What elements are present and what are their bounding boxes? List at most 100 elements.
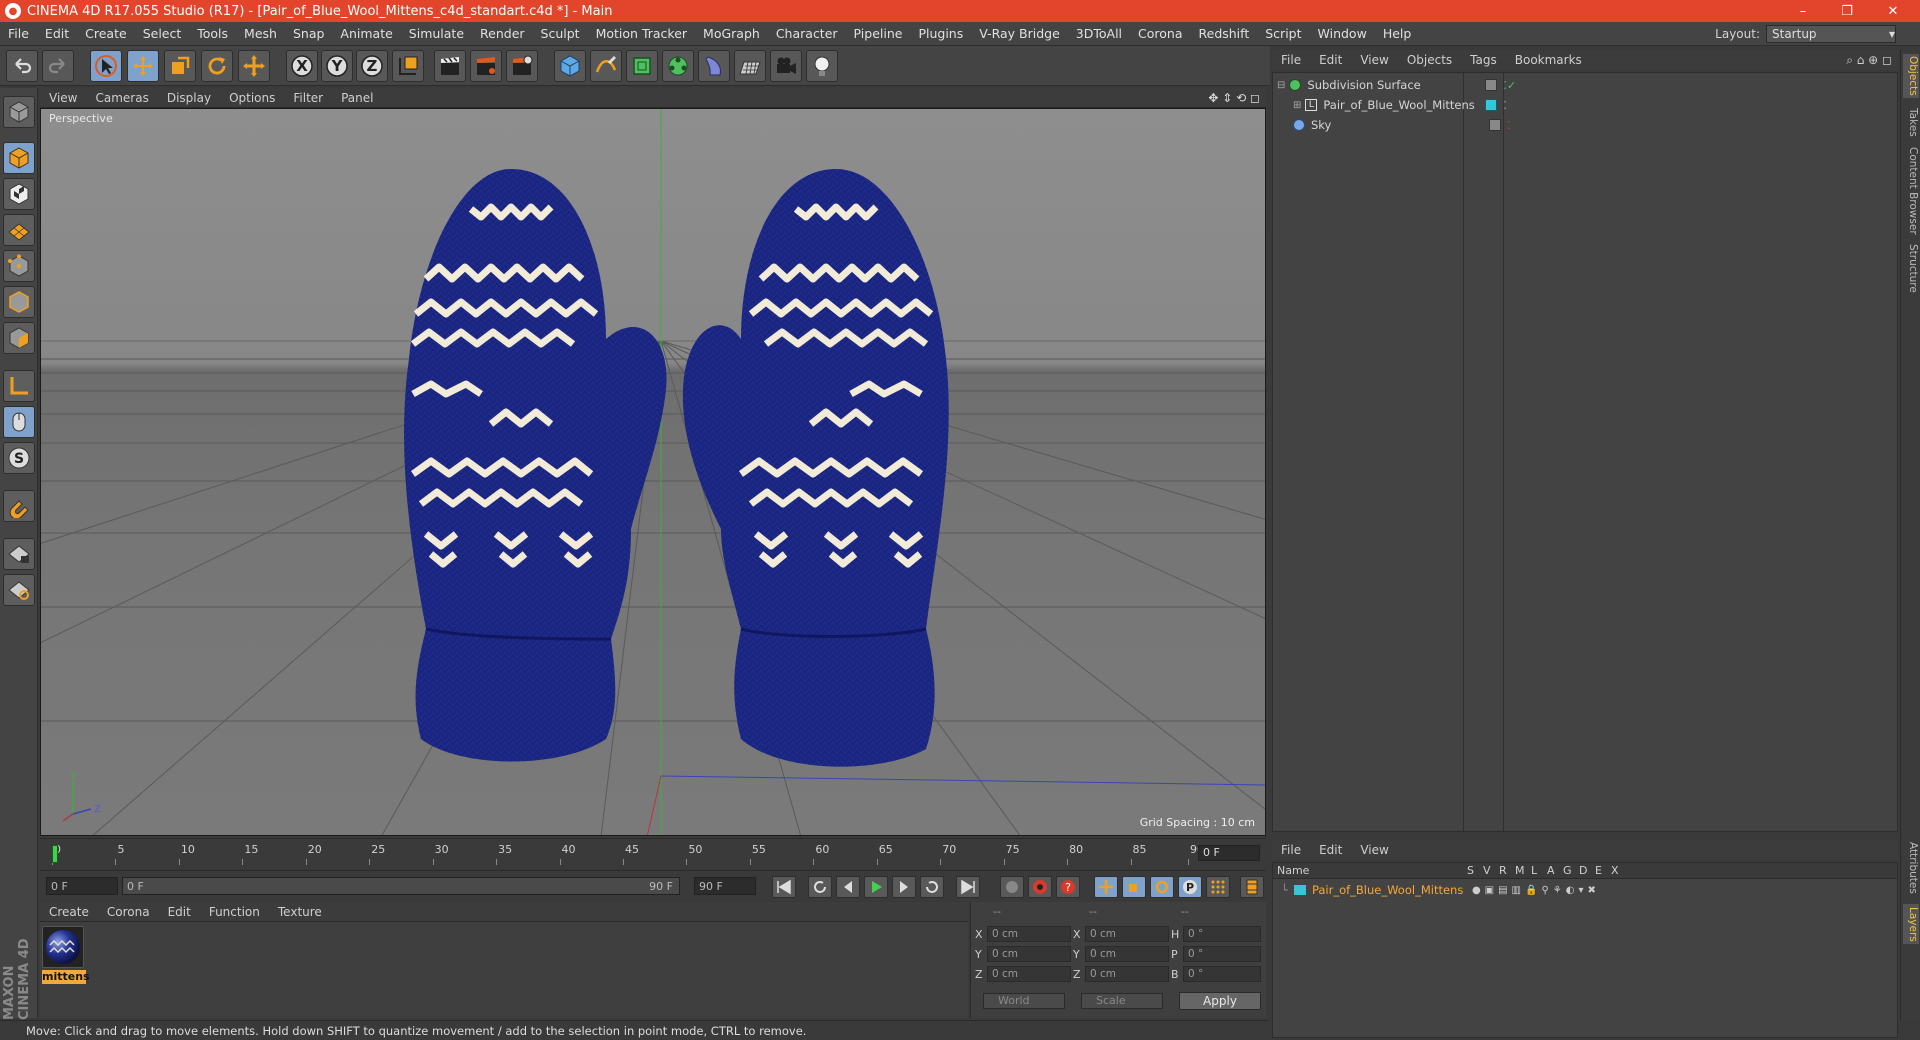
- render-view-button[interactable]: [434, 50, 466, 82]
- menu-snap[interactable]: Snap: [285, 26, 332, 41]
- minimize-button[interactable]: –: [1782, 0, 1824, 22]
- menu-file[interactable]: File: [0, 26, 37, 41]
- coord-size-y-field[interactable]: 0 cm: [1085, 946, 1169, 962]
- menu-mesh[interactable]: Mesh: [236, 26, 285, 41]
- menu-help[interactable]: Help: [1375, 26, 1420, 41]
- maximize-button[interactable]: ❐: [1826, 0, 1868, 22]
- viewport-nav-icons[interactable]: ✥ ⇕ ⟲ ◻: [1208, 91, 1260, 105]
- add-environment-button[interactable]: [734, 50, 766, 82]
- layer-menu-file[interactable]: File: [1272, 843, 1310, 857]
- menu-script[interactable]: Script: [1257, 26, 1309, 41]
- layer-color-icon[interactable]: [1485, 99, 1498, 111]
- material-menu-corona[interactable]: Corona: [98, 905, 159, 919]
- material-menu-edit[interactable]: Edit: [159, 905, 200, 919]
- end-frame-field[interactable]: 90 F: [694, 877, 756, 895]
- viewport-menu-display[interactable]: Display: [158, 91, 220, 105]
- preview-range-slider[interactable]: 0 F 90 F: [122, 877, 680, 895]
- coord-pos-y-field[interactable]: 0 cm: [987, 946, 1071, 962]
- add-camera-button[interactable]: [770, 50, 802, 82]
- layer-menu-edit[interactable]: Edit: [1310, 843, 1351, 857]
- next-key-button[interactable]: [920, 876, 944, 898]
- texture-mode-button[interactable]: [3, 178, 35, 210]
- key-position-button[interactable]: [1094, 876, 1118, 898]
- coord-rot-p-field[interactable]: 0 °: [1183, 946, 1261, 962]
- add-light-button[interactable]: [806, 50, 838, 82]
- axis-mode-button[interactable]: [3, 370, 35, 402]
- point-mode-button[interactable]: [3, 250, 35, 282]
- object-menu-tags[interactable]: Tags: [1461, 53, 1506, 67]
- coordinate-system-button[interactable]: [392, 50, 424, 82]
- make-editable-button[interactable]: [3, 96, 35, 128]
- key-scale-button[interactable]: [1122, 876, 1146, 898]
- keyframe-selection-button[interactable]: ?: [1056, 876, 1080, 898]
- viewport-menu-view[interactable]: View: [40, 91, 86, 105]
- menu-vray-bridge[interactable]: V-Ray Bridge: [971, 26, 1068, 41]
- coord-rot-b-field[interactable]: 0 °: [1183, 966, 1261, 982]
- redo-button[interactable]: [42, 50, 74, 82]
- key-rotation-button[interactable]: [1150, 876, 1174, 898]
- layer-tag-icon[interactable]: [1489, 119, 1501, 131]
- previous-frame-button[interactable]: [836, 876, 860, 898]
- object-row-sky[interactable]: Sky ⁚: [1273, 115, 1897, 135]
- viewport-menu-filter[interactable]: Filter: [284, 91, 332, 105]
- material-thumbnail[interactable]: [42, 926, 84, 968]
- object-row-mittens[interactable]: ⊞ L Pair_of_Blue_Wool_Mittens ⁚: [1273, 95, 1897, 115]
- menu-plugins[interactable]: Plugins: [910, 26, 971, 41]
- tab-layers[interactable]: Layers: [1903, 904, 1919, 944]
- playhead-marker[interactable]: [52, 845, 58, 863]
- autokeying-button[interactable]: [1028, 876, 1052, 898]
- polygon-mode-button[interactable]: [3, 322, 35, 354]
- y-axis-lock-button[interactable]: Y: [321, 50, 353, 82]
- layer-tag-icon[interactable]: [1485, 79, 1498, 91]
- material-name-label[interactable]: mittens: [42, 970, 90, 984]
- size-mode-dropdown[interactable]: Scale: [1081, 993, 1163, 1009]
- material-menu-function[interactable]: Function: [200, 905, 269, 919]
- menu-motion-tracker[interactable]: Motion Tracker: [588, 26, 695, 41]
- layer-color-swatch[interactable]: [1293, 885, 1306, 895]
- object-menu-view[interactable]: View: [1351, 53, 1397, 67]
- add-cube-button[interactable]: [554, 50, 586, 82]
- start-frame-field[interactable]: 0 F: [46, 877, 118, 895]
- 3d-viewport[interactable]: Y Z Perspective Grid Spacing : 10 cm: [40, 108, 1266, 836]
- layer-name[interactable]: Pair_of_Blue_Wool_Mittens: [1312, 883, 1468, 897]
- menu-character[interactable]: Character: [768, 26, 846, 41]
- layer-menu-view[interactable]: View: [1351, 843, 1397, 857]
- menu-edit[interactable]: Edit: [37, 26, 77, 41]
- viewport-menu-cameras[interactable]: Cameras: [86, 91, 157, 105]
- coord-size-z-field[interactable]: 0 cm: [1085, 966, 1169, 982]
- tweak-mode-button[interactable]: [3, 406, 35, 438]
- object-row-subdivision[interactable]: ⊟ Subdivision Surface ⁚✓: [1273, 75, 1897, 95]
- menu-create[interactable]: Create: [77, 26, 135, 41]
- coord-pos-z-field[interactable]: 0 cm: [987, 966, 1071, 982]
- current-frame-field[interactable]: 0 F: [1198, 845, 1260, 861]
- timeline-window-button[interactable]: [1240, 876, 1264, 898]
- menu-window[interactable]: Window: [1310, 26, 1375, 41]
- menu-render[interactable]: Render: [472, 26, 533, 41]
- menu-animate[interactable]: Animate: [332, 26, 400, 41]
- object-menu-file[interactable]: File: [1272, 53, 1310, 67]
- timeline-ruler[interactable]: 051015202530354045505560657075808590 0 F: [40, 838, 1266, 870]
- next-frame-button[interactable]: [892, 876, 916, 898]
- key-pla-button[interactable]: [1206, 876, 1230, 898]
- solo-mode-button[interactable]: S: [3, 442, 35, 474]
- frame-ruler[interactable]: 051015202530354045505560657075808590: [52, 843, 1204, 865]
- add-deformer-button[interactable]: [698, 50, 730, 82]
- key-parameter-button[interactable]: P: [1178, 876, 1202, 898]
- model-mode-button[interactable]: [3, 142, 35, 174]
- viewport-menu-options[interactable]: Options: [220, 91, 284, 105]
- coord-rot-h-field[interactable]: 0 °: [1183, 926, 1261, 942]
- menu-pipeline[interactable]: Pipeline: [846, 26, 911, 41]
- menu-3dtoall[interactable]: 3DToAll: [1068, 26, 1130, 41]
- undo-button[interactable]: [6, 50, 38, 82]
- workplane-mode-button[interactable]: [3, 214, 35, 246]
- object-name[interactable]: Sky: [1311, 118, 1483, 132]
- layout-dropdown[interactable]: Startup ▾: [1766, 25, 1896, 43]
- viewport-menu-panel[interactable]: Panel: [332, 91, 382, 105]
- menu-corona[interactable]: Corona: [1130, 26, 1190, 41]
- expand-icon[interactable]: ⊞: [1293, 100, 1301, 111]
- scale-tool-button[interactable]: [164, 50, 196, 82]
- visibility-dots-icon[interactable]: ⁚: [1503, 99, 1507, 112]
- close-button[interactable]: ✕: [1872, 0, 1914, 22]
- record-active-objects-button[interactable]: [1000, 876, 1024, 898]
- planar-workplane-button[interactable]: [3, 574, 35, 606]
